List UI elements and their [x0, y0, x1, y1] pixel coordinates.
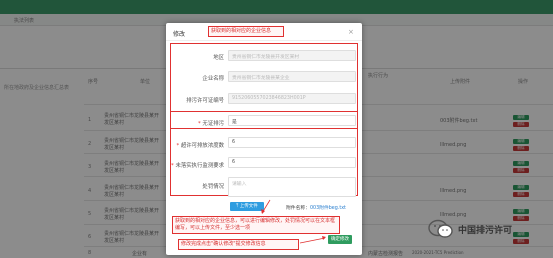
watermark-text: 中国排污许可 — [458, 226, 513, 236]
watermark: 中国排污许可 — [428, 216, 553, 242]
wechat-icon — [428, 219, 453, 238]
